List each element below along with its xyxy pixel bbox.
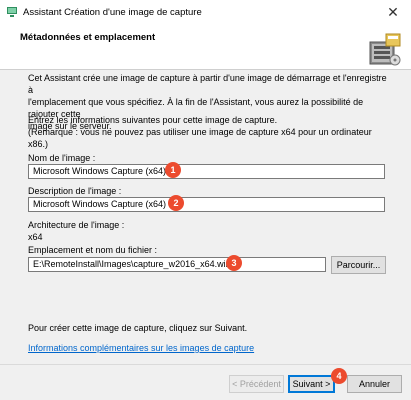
step-badge-4: 4 <box>331 368 347 384</box>
app-icon <box>7 7 17 17</box>
window-title: Assistant Création d'une image de captur… <box>23 7 202 18</box>
intro-line: Cet Assistant crée une image de capture … <box>28 73 387 95</box>
instruction-line: (Remarque : vous ne pouvez pas utiliser … <box>28 127 372 149</box>
cancel-button[interactable]: Annuler <box>347 375 402 393</box>
page-title: Métadonnées et emplacement <box>20 32 156 43</box>
step-badge-2: 2 <box>168 195 184 211</box>
image-name-label: Nom de l'image : <box>28 153 96 163</box>
wizard-header: Métadonnées et emplacement <box>0 25 411 75</box>
close-button[interactable]: ✕ <box>385 4 401 20</box>
location-label: Emplacement et nom du fichier : <box>28 245 158 255</box>
browse-button[interactable]: Parcourir... <box>331 256 386 274</box>
capture-info-link[interactable]: Informations complémentaires sur les ima… <box>28 343 254 353</box>
description-label: Description de l'image : <box>28 186 122 196</box>
title-bar: Assistant Création d'une image de captur… <box>0 0 411 25</box>
instruction-text: Entrez les informations suivantes pour c… <box>28 114 393 150</box>
step-badge-3: 3 <box>226 255 242 271</box>
instruction-line: Entrez les informations suivantes pour c… <box>28 115 278 125</box>
image-name-field[interactable]: Microsoft Windows Capture (x64) <box>28 164 385 179</box>
architecture-value: x64 <box>28 232 43 242</box>
wizard-footer: < Précédent Suivant > 4 Annuler <box>0 365 411 400</box>
step-badge-1: 1 <box>165 162 181 178</box>
bottom-instruction: Pour créer cette image de capture, cliqu… <box>28 323 248 333</box>
description-field[interactable]: Microsoft Windows Capture (x64) <box>28 197 385 212</box>
architecture-label: Architecture de l'image : <box>28 220 125 230</box>
file-location-field[interactable]: E:\RemoteInstall\Images\capture_w2016_x6… <box>28 257 326 272</box>
next-button[interactable]: Suivant > <box>288 375 335 393</box>
previous-button[interactable]: < Précédent <box>229 375 284 393</box>
image-capture-icon <box>369 33 401 66</box>
wizard-content: Cet Assistant crée une image de capture … <box>0 70 411 365</box>
